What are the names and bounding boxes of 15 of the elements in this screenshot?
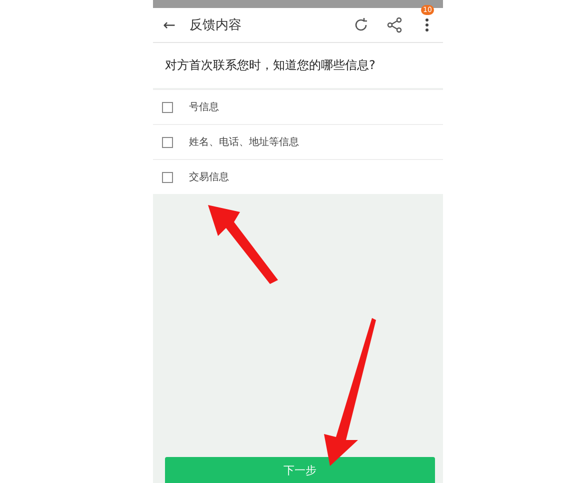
refresh-icon[interactable] bbox=[353, 17, 369, 33]
page-title: 反馈内容 bbox=[190, 17, 243, 34]
checkbox[interactable] bbox=[162, 136, 173, 148]
back-button[interactable]: ← bbox=[163, 16, 176, 34]
checkbox[interactable] bbox=[162, 172, 173, 182]
option-row[interactable]: 姓名、电话、地址等信息 bbox=[153, 124, 443, 159]
option-row[interactable]: 交易信息 bbox=[153, 159, 443, 194]
option-label: 交易信息 bbox=[189, 170, 229, 184]
question-text: 对方首次联系您时，知道您的哪些信息? bbox=[153, 43, 443, 88]
checkbox[interactable] bbox=[162, 102, 173, 112]
share-icon[interactable] bbox=[387, 17, 403, 33]
option-label: 号信息 bbox=[189, 100, 219, 114]
option-label: 姓名、电话、地址等信息 bbox=[189, 136, 299, 149]
option-row[interactable]: 号信息 bbox=[153, 89, 443, 124]
more-icon[interactable] bbox=[425, 18, 429, 32]
